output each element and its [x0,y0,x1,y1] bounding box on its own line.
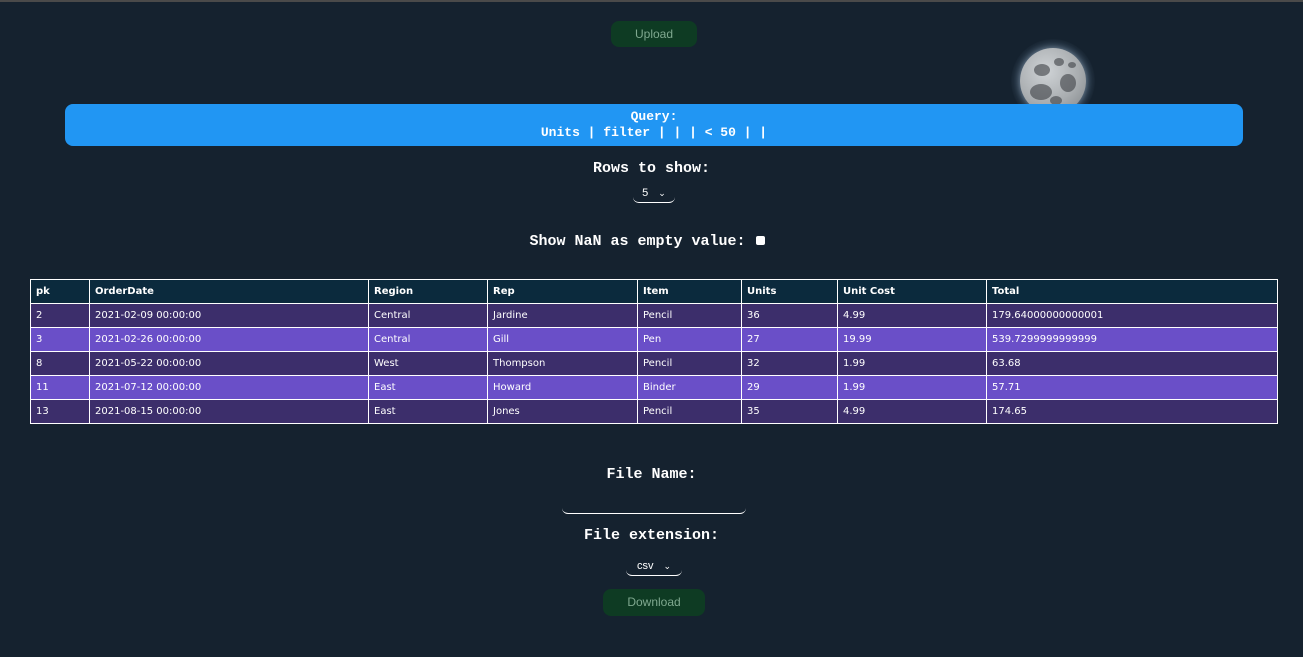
table-cell: Pencil [637,351,742,376]
table-cell: 19.99 [837,327,987,352]
chevron-down-icon: ⌄ [663,561,672,571]
file-extension-label: File extension: [583,527,720,544]
table-cell: 63.68 [986,351,1278,376]
table-cell: 2021-02-09 00:00:00 [89,303,369,328]
table-cell: 13 [30,399,90,424]
upload-button[interactable]: Upload [611,21,697,47]
table-cell: 174.65 [986,399,1278,424]
table-cell: Binder [637,375,742,400]
table-cell: 2021-02-26 00:00:00 [89,327,369,352]
query-label: Query: [630,109,678,124]
rows-select-value: 5 [642,187,649,199]
table-cell: 8 [30,351,90,376]
table-cell: Jardine [487,303,638,328]
table-cell: Pen [637,327,742,352]
column-header: Item [637,279,742,304]
nan-checkbox[interactable] [756,236,765,245]
window-top-border [0,0,1303,2]
table-cell: 32 [741,351,838,376]
table-cell: West [368,351,488,376]
table-cell: 36 [741,303,838,328]
file-name-label: File Name: [606,466,697,483]
table-cell: 27 [741,327,838,352]
table-row: 3 2021-02-26 00:00:00 Central Gill Pen 2… [30,327,1278,352]
table-cell: 539.7299999999999 [986,327,1278,352]
table-row: 13 2021-08-15 00:00:00 East Jones Pencil… [30,399,1278,424]
table-cell: Howard [487,375,638,400]
table-cell: Pencil [637,303,742,328]
download-button[interactable]: Download [603,589,705,616]
table-cell: 2021-05-22 00:00:00 [89,351,369,376]
table-cell: Jones [487,399,638,424]
data-table: pk OrderDate Region Rep Item Units Unit … [30,279,1278,424]
table-cell: 1.99 [837,351,987,376]
table-cell: 2021-07-12 00:00:00 [89,375,369,400]
rows-select[interactable]: 5 ⌄ [633,185,675,203]
table-cell: Pencil [637,399,742,424]
chevron-down-icon: ⌄ [658,188,666,198]
column-header: OrderDate [89,279,369,304]
column-header: Units [741,279,838,304]
query-display: Query: Units | filter | | | < 50 | | [65,104,1243,146]
table-cell: 179.64000000000001 [986,303,1278,328]
table-cell: 57.71 [986,375,1278,400]
table-cell: 4.99 [837,399,987,424]
table-cell: 3 [30,327,90,352]
nan-option-label: Show NaN as empty value: [529,233,746,250]
table-cell: Thompson [487,351,638,376]
table-cell: Gill [487,327,638,352]
table-row: 2 2021-02-09 00:00:00 Central Jardine Pe… [30,303,1278,328]
column-header: Rep [487,279,638,304]
table-header-row: pk OrderDate Region Rep Item Units Unit … [30,279,1278,304]
file-extension-select[interactable]: csv ⌄ [626,558,682,576]
table-row: 11 2021-07-12 00:00:00 East Howard Binde… [30,375,1278,400]
table-cell: 2021-08-15 00:00:00 [89,399,369,424]
column-header: Unit Cost [837,279,987,304]
table-cell: 11 [30,375,90,400]
table-cell: 35 [741,399,838,424]
table-cell: 4.99 [837,303,987,328]
table-cell: Central [368,303,488,328]
column-header: Region [368,279,488,304]
table-cell: 2 [30,303,90,328]
table-cell: 1.99 [837,375,987,400]
query-expression: Units | filter | | | < 50 | | [540,125,768,140]
file-name-input[interactable] [562,498,746,514]
table-cell: East [368,399,488,424]
column-header: pk [30,279,90,304]
rows-label: Rows to show: [592,160,711,177]
table-cell: Central [368,327,488,352]
file-extension-value: csv [636,560,654,572]
table-cell: East [368,375,488,400]
table-row: 8 2021-05-22 00:00:00 West Thompson Penc… [30,351,1278,376]
column-header: Total [986,279,1278,304]
table-cell: 29 [741,375,838,400]
